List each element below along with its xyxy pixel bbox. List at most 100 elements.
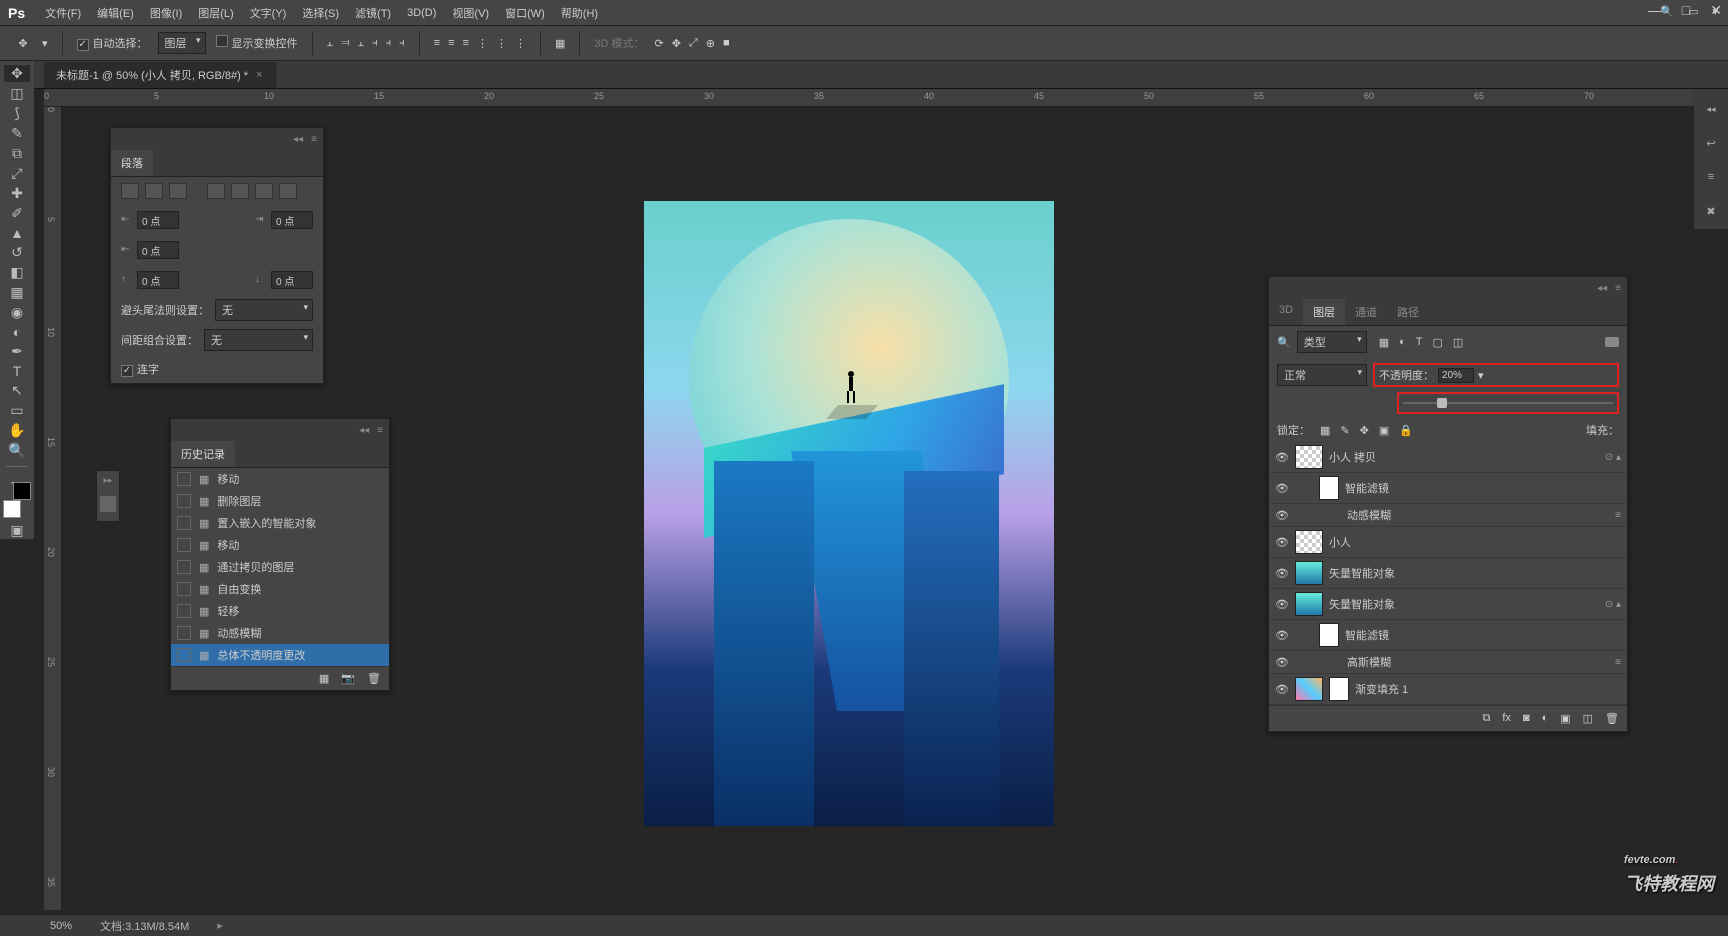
- layer-fx-icon[interactable]: fx: [1502, 712, 1511, 725]
- visibility-icon[interactable]: 👁: [1275, 509, 1289, 522]
- tab-paths[interactable]: 路径: [1387, 299, 1429, 325]
- align-hcenter-icon[interactable]: ⫞: [386, 37, 392, 50]
- menu-file[interactable]: 文件(F): [37, 1, 89, 25]
- visibility-icon[interactable]: 👁: [1275, 683, 1289, 696]
- layer-mask-icon[interactable]: ◙: [1523, 712, 1530, 725]
- panel-collapse-icon[interactable]: ◂◂: [359, 425, 369, 436]
- panel-menu-icon[interactable]: ≡: [311, 134, 317, 145]
- eraser-tool[interactable]: ◧: [4, 264, 30, 281]
- first-line-input[interactable]: [137, 241, 179, 259]
- screenmode-icon[interactable]: ▣: [4, 522, 30, 539]
- menu-filter[interactable]: 滤镜(T): [347, 1, 399, 25]
- indent-right-input[interactable]: [271, 211, 313, 229]
- layer-item[interactable]: 👁小人 拷贝⊙ ▴: [1269, 442, 1627, 473]
- adjustment-layer-icon[interactable]: ◐: [1542, 712, 1549, 725]
- quick-select-tool[interactable]: ✎: [4, 125, 30, 142]
- visibility-icon[interactable]: 👁: [1275, 567, 1289, 580]
- menu-help[interactable]: 帮助(H): [553, 1, 606, 25]
- filter-smart-icon[interactable]: ◫: [1453, 336, 1463, 349]
- blur-tool[interactable]: ◉: [4, 304, 30, 321]
- visibility-icon[interactable]: 👁: [1275, 451, 1289, 464]
- menu-edit[interactable]: 编辑(E): [89, 1, 142, 25]
- blend-mode-dropdown[interactable]: 正常: [1277, 364, 1367, 386]
- hand-tool[interactable]: ✋: [4, 422, 30, 439]
- marquee-tool[interactable]: ◫: [4, 85, 30, 102]
- zoom-tool[interactable]: 🔍: [4, 442, 30, 459]
- link-layers-icon[interactable]: ⧉: [1482, 712, 1490, 725]
- filter-type-icon[interactable]: T: [1416, 336, 1423, 349]
- indent-left-input[interactable]: [137, 211, 179, 229]
- eyedropper-tool[interactable]: ⤢: [4, 165, 30, 182]
- visibility-icon[interactable]: 👁: [1275, 629, 1289, 642]
- history-item[interactable]: ▦置入嵌入的智能对象: [171, 512, 389, 534]
- visibility-icon[interactable]: 👁: [1275, 656, 1289, 669]
- menu-window[interactable]: 窗口(W): [497, 1, 553, 25]
- new-layer-icon[interactable]: ◫: [1583, 712, 1593, 725]
- align-right-icon[interactable]: ⫞: [399, 37, 405, 50]
- group-icon[interactable]: ▣: [1560, 712, 1570, 725]
- history-item[interactable]: ▦自由变换: [171, 578, 389, 600]
- filter-image-icon[interactable]: ▦: [1379, 336, 1389, 349]
- panel-collapse-icon[interactable]: ◂◂: [1597, 283, 1607, 294]
- 3d-orbit-icon[interactable]: ⟳: [654, 37, 663, 50]
- search-icon[interactable]: 🔍: [1660, 5, 1674, 18]
- justify-left-btn[interactable]: [207, 183, 225, 199]
- tab-channels[interactable]: 通道: [1345, 299, 1387, 325]
- status-menu-icon[interactable]: ▸: [217, 919, 223, 932]
- space-before-input[interactable]: [137, 271, 179, 289]
- history-item[interactable]: ▦移动: [171, 534, 389, 556]
- align-top-icon[interactable]: ⫠: [327, 37, 334, 50]
- dist-3-icon[interactable]: ≡: [463, 37, 469, 50]
- right-chev-icon[interactable]: ◂◂: [1701, 99, 1721, 119]
- tab-3d[interactable]: 3D: [1269, 299, 1303, 325]
- tab-history[interactable]: 历史记录: [171, 441, 235, 467]
- menu-3d[interactable]: 3D(D): [399, 3, 444, 23]
- layer-item[interactable]: 👁智能滤镜: [1269, 620, 1627, 651]
- visibility-icon[interactable]: 👁: [1275, 598, 1289, 611]
- align-vcenter-icon[interactable]: ⫤: [341, 37, 349, 50]
- doc-size[interactable]: 文档:3.13M/8.54M: [100, 918, 189, 934]
- stamp-tool[interactable]: ▲: [4, 225, 30, 241]
- layer-item[interactable]: 👁矢量智能对象⊙ ▴: [1269, 589, 1627, 620]
- auto-align-icon[interactable]: ▦: [555, 37, 565, 50]
- align-center-btn[interactable]: [145, 183, 163, 199]
- history-item[interactable]: ▦移动: [171, 468, 389, 490]
- lock-pos-icon[interactable]: ✥: [1360, 424, 1369, 437]
- lock-all-icon[interactable]: 🔒: [1399, 424, 1413, 437]
- shape-tool[interactable]: ▭: [4, 402, 30, 419]
- filter-kind-dropdown[interactable]: 类型: [1297, 331, 1367, 353]
- collapsed-dock[interactable]: ▸▸: [96, 470, 120, 522]
- lock-trans-icon[interactable]: ▦: [1320, 424, 1330, 437]
- path-select-tool[interactable]: ↖: [4, 382, 30, 399]
- workspace-chev-icon[interactable]: ▾: [1712, 5, 1718, 18]
- 3d-pan-icon[interactable]: ✥: [672, 37, 681, 50]
- visibility-icon[interactable]: 👁: [1275, 536, 1289, 549]
- align-left-btn[interactable]: [121, 183, 139, 199]
- 3d-camera-icon[interactable]: ■: [723, 37, 730, 50]
- history-item[interactable]: ▦删除图层: [171, 490, 389, 512]
- layer-item[interactable]: 👁小人: [1269, 527, 1627, 558]
- move-tool[interactable]: ✥: [4, 65, 30, 82]
- ruler-vertical[interactable]: 05101520253035: [44, 107, 62, 910]
- justify-right-btn[interactable]: [255, 183, 273, 199]
- tab-layers[interactable]: 图层: [1303, 299, 1345, 325]
- dist-1-icon[interactable]: ≡: [434, 37, 440, 50]
- workspace-icon[interactable]: ▭: [1688, 5, 1698, 18]
- menu-select[interactable]: 选择(S): [294, 1, 347, 25]
- history-item[interactable]: ▦通过拷贝的图层: [171, 556, 389, 578]
- pen-tool[interactable]: ✒: [4, 343, 30, 360]
- layer-item[interactable]: 👁动感模糊≡: [1269, 504, 1627, 527]
- properties-icon[interactable]: ≡: [1701, 167, 1721, 187]
- history-item[interactable]: ▦总体不透明度更改: [171, 644, 389, 666]
- space-after-input[interactable]: [271, 271, 313, 289]
- panel-menu-icon[interactable]: ≡: [377, 425, 383, 436]
- show-transform-checkbox[interactable]: 显示变换控件: [216, 35, 298, 51]
- type-tool[interactable]: T: [4, 363, 30, 379]
- history-item[interactable]: ▦轻移: [171, 600, 389, 622]
- tab-paragraph[interactable]: 段落: [111, 150, 153, 176]
- panel-collapse-icon[interactable]: ◂◂: [293, 134, 303, 145]
- hyphenate-checkbox[interactable]: 连字: [121, 361, 159, 377]
- gradient-tool[interactable]: ▦: [4, 284, 30, 301]
- adjustments-icon[interactable]: ✖: [1701, 201, 1721, 221]
- delete-layer-icon[interactable]: 🗑: [1605, 712, 1619, 725]
